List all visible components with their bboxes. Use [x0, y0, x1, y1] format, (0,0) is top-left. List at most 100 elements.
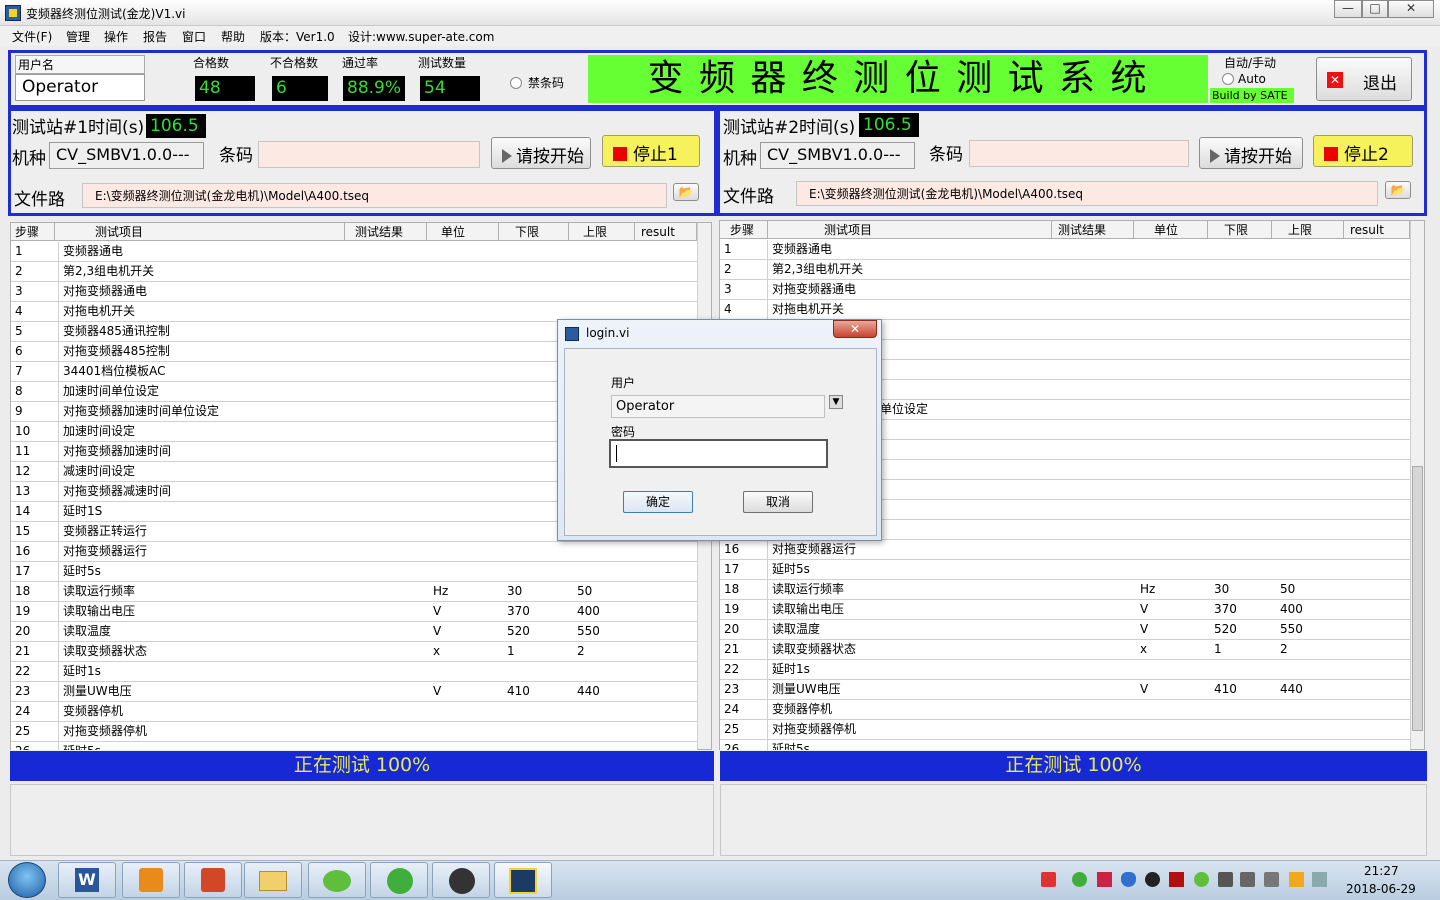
exit-button[interactable]: ✕ 退出: [1316, 57, 1412, 101]
dialog-user-select[interactable]: Operator: [611, 395, 825, 418]
station2-scrollbar[interactable]: [1410, 221, 1424, 749]
explorer-taskbar-icon[interactable]: [244, 862, 302, 898]
cancel-button[interactable]: 取消: [743, 491, 813, 513]
start-button-icon[interactable]: [8, 862, 46, 898]
station1-barcode-input[interactable]: [258, 141, 480, 168]
col-item[interactable]: 测试项目: [55, 223, 345, 241]
labview-taskbar-icon[interactable]: [494, 862, 552, 898]
table-row: 2 第2,3组电机开关: [11, 262, 697, 282]
tray-pdf-icon[interactable]: [1169, 872, 1184, 887]
auto-radio[interactable]: [1222, 73, 1234, 85]
media-logo-icon: [449, 868, 475, 894]
menu-manage[interactable]: 管理: [66, 28, 90, 45]
col-lower[interactable]: 下限: [499, 223, 569, 241]
station2-path-input[interactable]: E:\变频器终测位测试(金龙电机)\Model\A400.tseq: [796, 181, 1378, 206]
col-unit[interactable]: 单位: [1134, 221, 1208, 239]
menu-help[interactable]: 帮助: [221, 28, 245, 45]
tray-screen-icon[interactable]: [1312, 872, 1327, 887]
row-cell-0: 6: [11, 342, 59, 362]
tray-sogou-icon[interactable]: [1041, 872, 1056, 887]
station2-browse-folder-icon[interactable]: 📂: [1385, 181, 1411, 199]
tray-volume-icon[interactable]: [1240, 872, 1255, 887]
station1-model-select[interactable]: CV_SMBV1.0.0---: [49, 142, 204, 169]
col-item[interactable]: 测试项目: [768, 221, 1052, 239]
tray-security-icon[interactable]: [1097, 872, 1112, 887]
row-cell-0: 20: [720, 620, 768, 640]
station1-path-label: 文件路: [14, 190, 65, 210]
station2-log[interactable]: [720, 784, 1427, 856]
row-cell-0: 13: [11, 482, 59, 502]
menu-window[interactable]: 窗口: [182, 28, 206, 45]
station1-path-input[interactable]: E:\变频器终测位测试(金龙电机)\Model\A400.tseq: [82, 183, 667, 208]
col-unit[interactable]: 单位: [427, 223, 499, 241]
table-row: 20 读取温度 V 520 550: [720, 620, 1410, 640]
col-result-en[interactable]: result: [1344, 221, 1410, 239]
col-step[interactable]: 步骤: [720, 221, 768, 239]
powerpoint-taskbar-icon[interactable]: [184, 862, 242, 898]
col-upper[interactable]: 上限: [1272, 221, 1344, 239]
system-banner: 变 频 器 终 测 位 测 试 系 统: [588, 55, 1208, 103]
word-taskbar-icon[interactable]: W: [58, 862, 116, 898]
col-lower[interactable]: 下限: [1208, 221, 1272, 239]
clock-date: 2018-06-29: [1346, 882, 1416, 896]
row-cell-1: 对拖变频器通电: [772, 282, 857, 296]
tray-qq-icon[interactable]: [1145, 872, 1160, 887]
maximize-button[interactable]: □: [1362, 0, 1388, 18]
station1-start-button[interactable]: 请按开始: [491, 137, 591, 169]
media-taskbar-icon[interactable]: [432, 862, 490, 898]
row-cell-4: 30: [1214, 582, 1230, 596]
ok-button[interactable]: 确定: [623, 491, 693, 513]
outlook-taskbar-icon[interactable]: [122, 862, 180, 898]
col-step[interactable]: 步骤: [11, 223, 55, 241]
disable-barcode-radio[interactable]: [510, 77, 522, 89]
station2-barcode-input[interactable]: [969, 140, 1189, 167]
station2-start-button[interactable]: 请按开始: [1199, 137, 1303, 169]
row-cell-3: Hz: [433, 584, 449, 598]
wechat-taskbar-icon[interactable]: [308, 862, 366, 898]
dialog-password-input[interactable]: [609, 439, 828, 468]
station2-model-select[interactable]: CV_SMBV1.0.0---: [760, 142, 915, 169]
station2-stop-button[interactable]: 停止2: [1313, 135, 1413, 167]
browser-taskbar-icon[interactable]: [370, 862, 428, 898]
row-cell-0: 26: [720, 740, 768, 750]
col-result[interactable]: 测试结果: [1052, 221, 1134, 239]
row-cell-1: 读取变频器状态: [63, 644, 148, 658]
station1-log[interactable]: [10, 784, 714, 856]
station2-start-label: 请按开始: [1224, 147, 1292, 167]
row-cell-4: 410: [507, 684, 530, 698]
tray-wechat-icon[interactable]: [1194, 872, 1209, 887]
menu-file[interactable]: 文件(F): [12, 28, 52, 45]
dialog-password-label: 密码: [611, 425, 636, 439]
table-row: 2 第2,3组电机开关: [720, 260, 1410, 280]
tray-signal-icon[interactable]: [1264, 872, 1279, 887]
station2-model-label: 机种: [723, 149, 757, 169]
menu-operate[interactable]: 操作: [104, 28, 128, 45]
row-cell-0: 5: [11, 322, 59, 342]
col-result[interactable]: 测试结果: [345, 223, 427, 241]
powerpoint-logo-icon: [201, 868, 225, 892]
row-cell-0: 20: [11, 622, 59, 642]
menu-design[interactable]: 设计:www.super-ate.com: [348, 28, 494, 45]
station1-stop-button[interactable]: 停止1: [602, 135, 700, 167]
dialog-close-button[interactable]: ✕: [833, 320, 877, 338]
row-cell-0: 23: [11, 682, 59, 702]
tray-network-icon[interactable]: [1072, 872, 1087, 887]
tray-usb-icon[interactable]: [1218, 872, 1233, 887]
close-button[interactable]: ✕: [1388, 0, 1434, 18]
minimize-button[interactable]: —: [1334, 0, 1362, 18]
station2-scroll-thumb[interactable]: [1412, 466, 1423, 731]
col-result-en[interactable]: result: [635, 223, 697, 241]
test-count-label: 测试数量: [418, 56, 467, 70]
station1-browse-folder-icon[interactable]: 📂: [673, 183, 699, 201]
row-cell-5: 2: [1280, 642, 1288, 656]
menu-version[interactable]: 版本：Ver1.0: [260, 28, 335, 45]
dropdown-arrow-icon[interactable]: ▼: [829, 395, 843, 409]
tray-shield-icon[interactable]: [1121, 872, 1136, 887]
row-cell-4: 370: [1214, 602, 1237, 616]
menu-report[interactable]: 报告: [143, 28, 167, 45]
row-cell-0: 21: [720, 640, 768, 660]
col-upper[interactable]: 上限: [569, 223, 635, 241]
tray-app-icon[interactable]: [1289, 872, 1304, 887]
station1-start-label: 请按开始: [516, 147, 584, 167]
row-cell-0: 19: [720, 600, 768, 620]
